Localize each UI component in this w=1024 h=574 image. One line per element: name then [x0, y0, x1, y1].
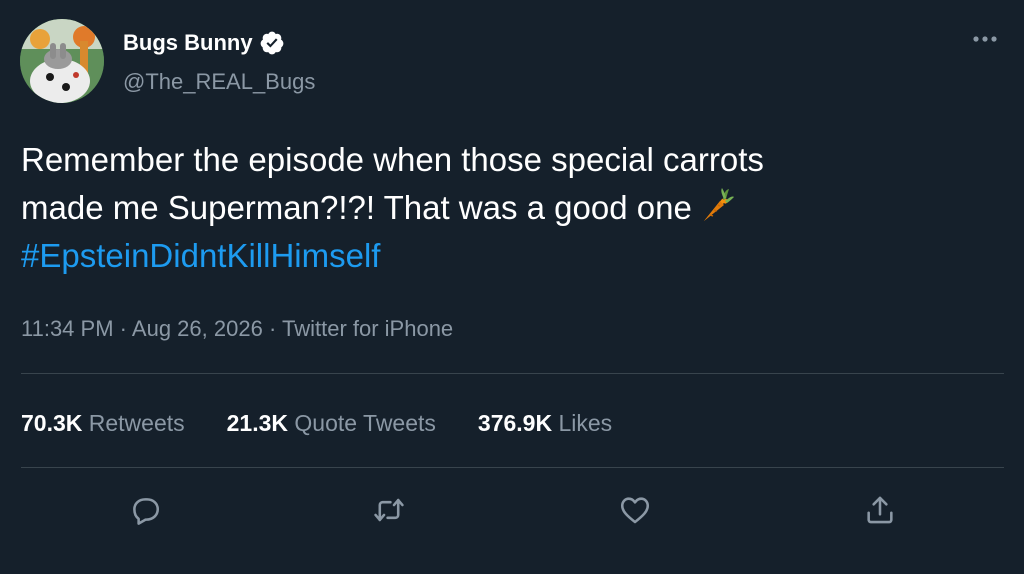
- retweets-stat[interactable]: 70.3K Retweets: [21, 408, 185, 438]
- avatar-image: [20, 19, 104, 103]
- display-name[interactable]: Bugs Bunny: [123, 29, 253, 57]
- meta-separator: ·: [119, 316, 127, 341]
- quote-tweets-count: 21.3K: [226, 410, 289, 436]
- retweets-label: Retweets: [88, 410, 185, 436]
- tweet-text-line1: Remember the episode when those special …: [21, 141, 764, 178]
- avatar[interactable]: [20, 19, 104, 103]
- heart-icon: [620, 497, 650, 524]
- more-options-icon: [973, 36, 997, 42]
- more-options-button[interactable]: [968, 22, 1002, 56]
- likes-label: Likes: [558, 410, 613, 436]
- quote-tweets-stat[interactable]: 21.3K Quote Tweets: [227, 408, 436, 438]
- tweet-stats: 70.3K Retweets 21.3K Quote Tweets 376.9K…: [21, 408, 612, 438]
- tweet-text-line2: made me Superman?!?! That was a good one: [21, 189, 692, 226]
- author-name-row[interactable]: Bugs Bunny: [123, 29, 285, 57]
- retweet-icon: [374, 498, 404, 522]
- divider-top: [21, 373, 1004, 374]
- tweet-time[interactable]: 11:34 PM: [21, 316, 114, 341]
- handle[interactable]: @The_REAL_Bugs: [123, 68, 315, 96]
- reply-icon: [133, 498, 160, 525]
- likes-count: 376.9K: [477, 410, 553, 436]
- tweet-meta: 11:34 PM · Aug 26, 2026 · Twitter for iP…: [21, 314, 453, 344]
- share-icon: [867, 496, 893, 524]
- tweet-source[interactable]: Twitter for iPhone: [282, 316, 453, 341]
- carrot-emoji-icon: [696, 185, 736, 225]
- share-button[interactable]: [860, 490, 900, 530]
- meta-separator: ·: [268, 316, 277, 341]
- quote-tweets-label: Quote Tweets: [294, 410, 436, 436]
- divider-bottom: [21, 467, 1004, 468]
- tweet-date[interactable]: Aug 26, 2026: [132, 316, 263, 341]
- like-button[interactable]: [615, 490, 655, 530]
- retweet-button[interactable]: [369, 490, 409, 530]
- verified-badge-icon: [259, 30, 285, 56]
- retweets-count: 70.3K: [21, 410, 83, 436]
- tweet-text: Remember the episode when those special …: [21, 136, 991, 280]
- likes-stat[interactable]: 376.9K Likes: [478, 408, 612, 438]
- hashtag-link[interactable]: #EpsteinDidntKillHimself: [21, 237, 380, 274]
- reply-button[interactable]: [125, 490, 165, 530]
